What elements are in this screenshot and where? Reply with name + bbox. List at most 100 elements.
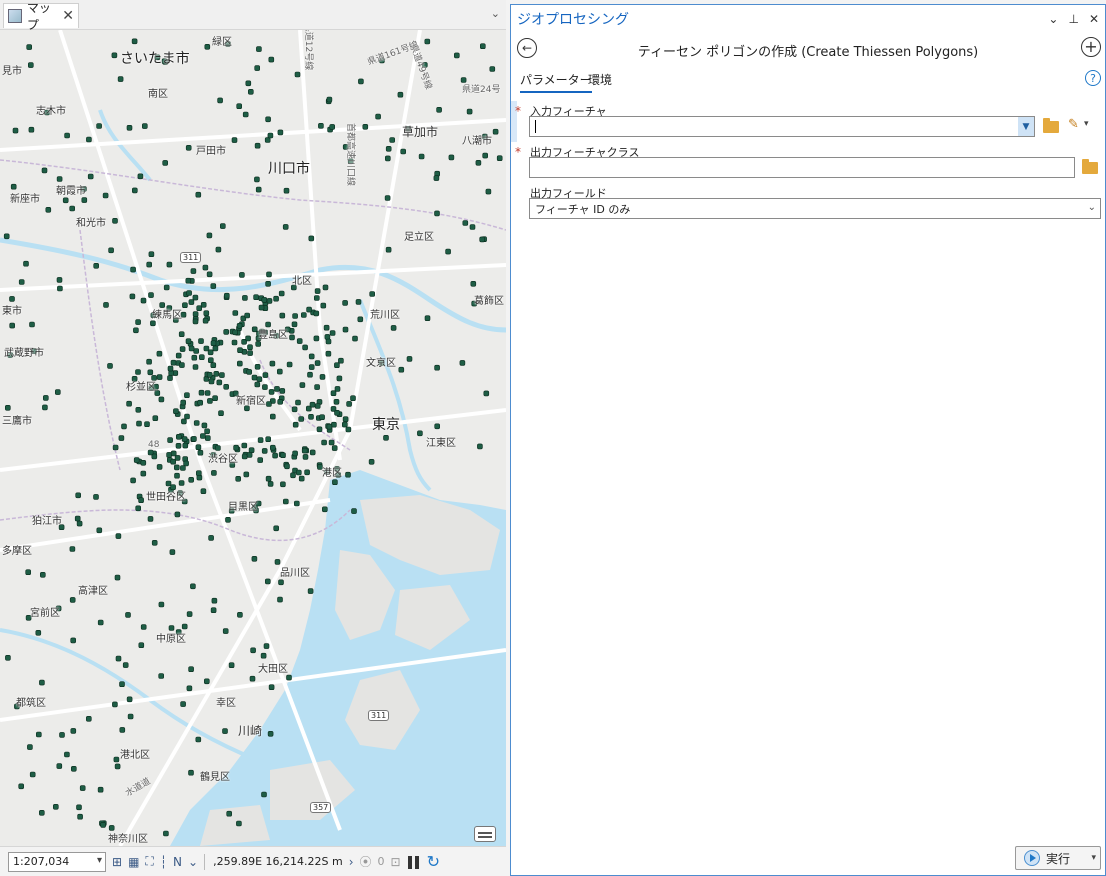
station-point[interactable] [170, 450, 177, 457]
station-point[interactable] [184, 392, 190, 399]
station-point[interactable] [28, 126, 35, 133]
station-point[interactable] [319, 414, 325, 421]
station-point[interactable] [5, 654, 11, 661]
station-point[interactable] [250, 647, 256, 654]
station-point[interactable] [130, 477, 136, 484]
station-point[interactable] [299, 382, 306, 388]
station-point[interactable] [286, 361, 293, 368]
station-point[interactable] [235, 475, 241, 482]
station-point[interactable] [304, 469, 310, 476]
station-point[interactable] [192, 318, 199, 325]
station-point[interactable] [188, 476, 194, 483]
station-point[interactable] [257, 457, 264, 463]
station-point[interactable] [279, 312, 286, 319]
station-point[interactable] [300, 312, 307, 318]
station-point[interactable] [398, 366, 405, 373]
station-point[interactable] [52, 803, 59, 810]
station-point[interactable] [190, 268, 197, 274]
station-point[interactable] [210, 362, 217, 369]
station-point[interactable] [313, 310, 320, 317]
station-point[interactable] [212, 345, 219, 352]
station-point[interactable] [211, 470, 217, 476]
station-point[interactable] [140, 624, 147, 630]
station-point[interactable] [133, 457, 140, 463]
station-point[interactable] [188, 769, 194, 776]
station-point[interactable] [202, 317, 209, 324]
station-point[interactable] [27, 744, 33, 750]
station-point[interactable] [323, 324, 330, 331]
station-point[interactable] [204, 678, 210, 685]
station-point[interactable] [283, 187, 290, 194]
station-point[interactable] [180, 399, 186, 406]
station-point[interactable] [126, 696, 133, 703]
station-point[interactable] [208, 378, 215, 385]
station-point[interactable] [226, 810, 232, 817]
station-point[interactable] [341, 421, 348, 428]
station-point[interactable] [400, 148, 407, 155]
station-point[interactable] [307, 371, 313, 378]
run-button[interactable]: 実行 ▾ [1015, 846, 1101, 870]
station-point[interactable] [118, 435, 125, 441]
station-point[interactable] [216, 379, 223, 386]
station-point[interactable] [9, 322, 15, 329]
input-features-field[interactable]: ▼ [529, 116, 1035, 137]
station-point[interactable] [130, 266, 136, 273]
station-point[interactable] [173, 408, 179, 415]
station-point[interactable] [207, 398, 213, 404]
station-point[interactable] [156, 464, 163, 470]
station-point[interactable] [265, 281, 271, 287]
station-point[interactable] [181, 436, 188, 442]
station-point[interactable] [142, 123, 148, 129]
station-point[interactable] [77, 813, 83, 820]
station-point[interactable] [269, 413, 276, 420]
station-point[interactable] [117, 76, 124, 82]
station-point[interactable] [42, 395, 49, 401]
station-point[interactable] [119, 727, 126, 733]
station-point[interactable] [115, 655, 122, 662]
add-icon[interactable]: + [1081, 37, 1101, 57]
station-point[interactable] [345, 471, 351, 478]
station-point[interactable] [191, 436, 197, 442]
station-point[interactable] [254, 363, 261, 370]
station-point[interactable] [308, 364, 315, 370]
station-point[interactable] [56, 763, 63, 769]
station-point[interactable] [23, 260, 29, 267]
chevron-down-icon[interactable]: ▾ [1084, 119, 1089, 129]
station-point[interactable] [198, 389, 205, 396]
station-point[interactable] [324, 334, 331, 340]
station-point[interactable] [183, 460, 189, 467]
station-point[interactable] [156, 374, 163, 380]
station-point[interactable] [199, 354, 205, 361]
station-point[interactable] [175, 442, 182, 449]
station-point[interactable] [197, 449, 204, 456]
station-point[interactable] [59, 732, 65, 738]
station-point[interactable] [196, 305, 202, 312]
station-point[interactable] [331, 445, 338, 451]
station-point[interactable] [469, 224, 476, 230]
station-point[interactable] [180, 465, 186, 471]
station-point[interactable] [113, 756, 120, 763]
station-point[interactable] [186, 685, 193, 692]
station-point[interactable] [158, 673, 164, 679]
station-point[interactable] [213, 370, 220, 377]
station-point[interactable] [313, 335, 320, 342]
station-point[interactable] [125, 612, 131, 618]
station-point[interactable] [192, 364, 199, 370]
station-point[interactable] [192, 294, 199, 301]
pause-icon[interactable] [407, 855, 421, 869]
station-point[interactable] [243, 471, 250, 478]
station-point[interactable] [321, 439, 327, 446]
station-point[interactable] [231, 339, 238, 346]
station-point[interactable] [267, 132, 274, 139]
station-point[interactable] [247, 350, 253, 356]
station-point[interactable] [321, 506, 328, 513]
station-point[interactable] [265, 116, 271, 123]
station-point[interactable] [295, 399, 301, 406]
station-point[interactable] [169, 549, 176, 555]
station-point[interactable] [64, 132, 70, 139]
station-point[interactable] [242, 111, 249, 118]
station-point[interactable] [280, 481, 286, 488]
station-point[interactable] [181, 623, 188, 630]
station-point[interactable] [175, 352, 182, 359]
station-point[interactable] [293, 500, 300, 507]
